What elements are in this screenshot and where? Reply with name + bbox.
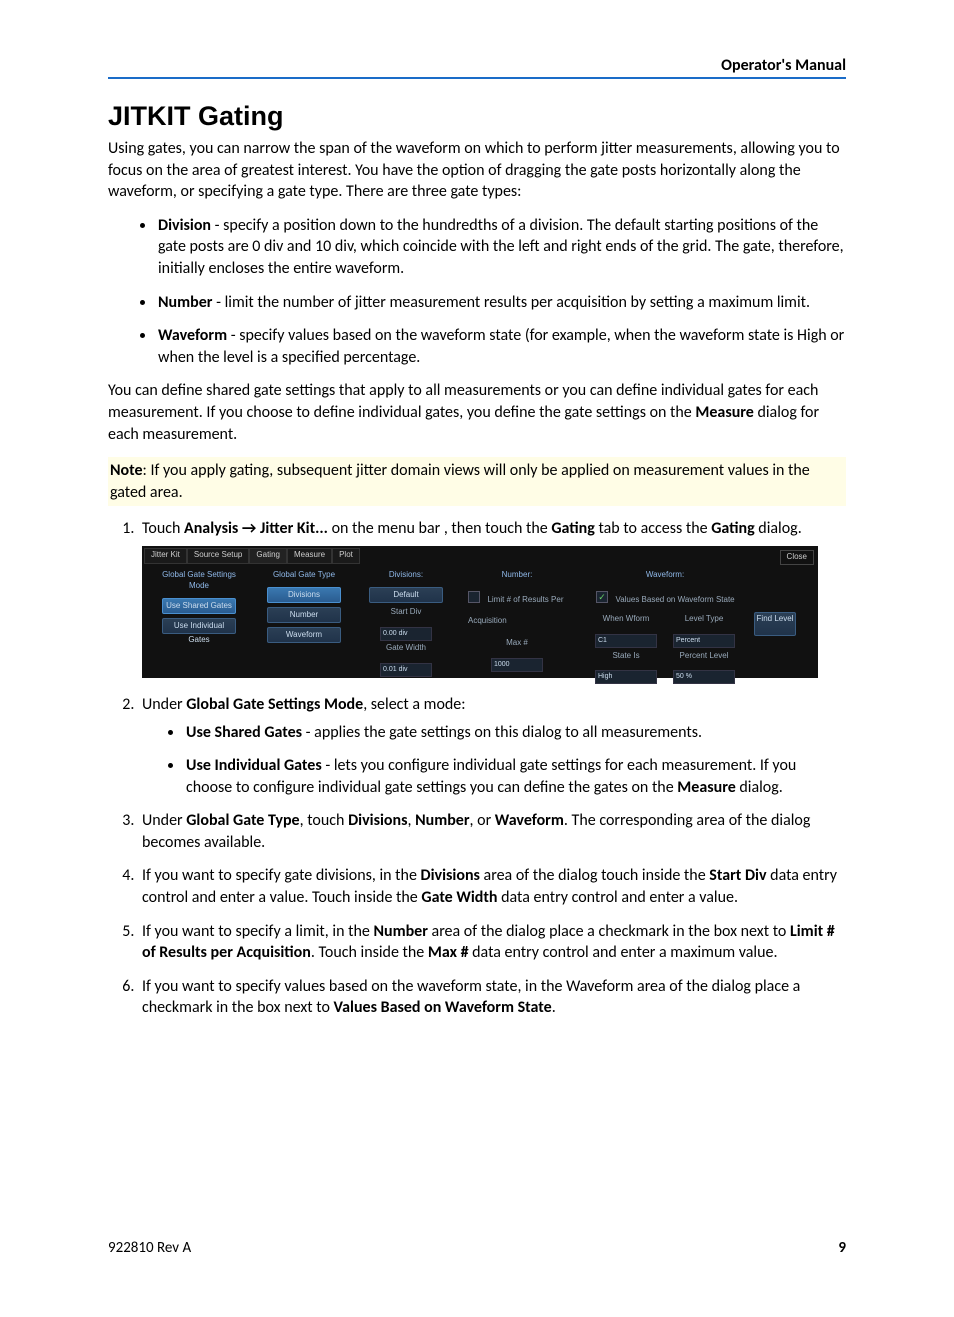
step-5: If you want to specify a limit, in the N… xyxy=(138,921,846,964)
list-item: Use Shared Gates - applies the gate sett… xyxy=(184,722,846,744)
default-button[interactable]: Default xyxy=(369,587,443,603)
gate-width-label: Gate Width xyxy=(364,643,448,654)
level-type-label: Level Type xyxy=(668,614,740,625)
values-based-checkbox[interactable] xyxy=(596,591,608,603)
state-is-label: State Is xyxy=(590,651,662,662)
percent-level-field[interactable]: 50 % xyxy=(673,670,735,684)
number-button[interactable]: Number xyxy=(267,607,341,623)
percent-level-label: Percent Level xyxy=(668,651,740,662)
limit-results-checkbox[interactable] xyxy=(468,591,480,603)
column-title: Global Gate Settings Mode xyxy=(154,570,244,592)
tab-plot[interactable]: Plot xyxy=(332,548,360,564)
step-3: Under Global Gate Type, touch Divisions,… xyxy=(138,810,846,853)
limit-results-label: Limit # of Results Per Acquisition xyxy=(468,595,563,626)
page-title: JITKIT Gating xyxy=(108,101,846,132)
tab-measure[interactable]: Measure xyxy=(287,548,332,564)
column-title: Waveform: xyxy=(590,570,740,581)
footer-revision: 922810 Rev A xyxy=(108,1239,191,1257)
page-header: Operator's Manual xyxy=(108,56,846,79)
page-footer: 922810 Rev A 9 xyxy=(108,1239,846,1257)
gate-width-field[interactable]: 0.01 div xyxy=(380,663,432,677)
step-4: If you want to specify gate divisions, i… xyxy=(138,865,846,908)
max-number-field[interactable]: 1000 xyxy=(491,658,543,672)
when-wform-field[interactable]: C1 xyxy=(595,634,657,648)
state-is-field[interactable]: High xyxy=(595,670,657,684)
step-6: If you want to specify values based on t… xyxy=(138,976,846,1019)
list-item: Division - specify a position down to th… xyxy=(156,215,846,280)
step-1: Touch Analysis → Jitter Kit... on the me… xyxy=(138,518,846,678)
start-div-label: Start Div xyxy=(364,607,448,618)
step-2-sublist: Use Shared Gates - applies the gate sett… xyxy=(142,722,846,799)
level-type-field[interactable]: Percent xyxy=(673,634,735,648)
column-title: Number: xyxy=(462,570,572,581)
column-title: Divisions: xyxy=(364,570,448,581)
tab-gating[interactable]: Gating xyxy=(249,548,287,564)
gate-type-list: Division - specify a position down to th… xyxy=(108,215,846,369)
waveform-button[interactable]: Waveform xyxy=(267,627,341,643)
note-callout: Note: If you apply gating, subsequent ji… xyxy=(108,457,846,506)
tab-source-setup[interactable]: Source Setup xyxy=(187,548,249,564)
start-div-field[interactable]: 0.00 div xyxy=(380,627,432,641)
divisions-button[interactable]: Divisions xyxy=(267,587,341,603)
gating-dialog-figure: Jitter Kit Source Setup Gating Measure P… xyxy=(142,546,818,678)
max-number-label: Max # xyxy=(462,638,572,649)
use-shared-gates-button[interactable]: Use Shared Gates xyxy=(162,598,236,614)
when-wform-label: When Wform xyxy=(590,614,662,625)
column-title: Global Gate Type xyxy=(262,570,346,581)
step-2: Under Global Gate Settings Mode, select … xyxy=(138,694,846,798)
tab-jitter-kit[interactable]: Jitter Kit xyxy=(144,548,187,564)
find-level-button[interactable]: Find Level xyxy=(754,612,796,636)
list-item: Number - limit the number of jitter meas… xyxy=(156,292,846,314)
page-number: 9 xyxy=(838,1239,846,1257)
paragraph: You can define shared gate settings that… xyxy=(108,380,846,445)
list-item: Waveform - specify values based on the w… xyxy=(156,325,846,368)
close-button[interactable]: Close xyxy=(780,550,814,565)
procedure-list: Touch Analysis → Jitter Kit... on the me… xyxy=(108,518,846,1019)
list-item: Use Individual Gates - lets you configur… xyxy=(184,755,846,798)
header-title: Operator's Manual xyxy=(721,56,846,75)
use-individual-gates-button[interactable]: Use Individual Gates xyxy=(162,618,236,634)
dialog-tabbar: Jitter Kit Source Setup Gating Measure P… xyxy=(144,548,816,564)
intro-paragraph: Using gates, you can narrow the span of … xyxy=(108,138,846,203)
values-based-label: Values Based on Waveform State xyxy=(615,595,734,604)
